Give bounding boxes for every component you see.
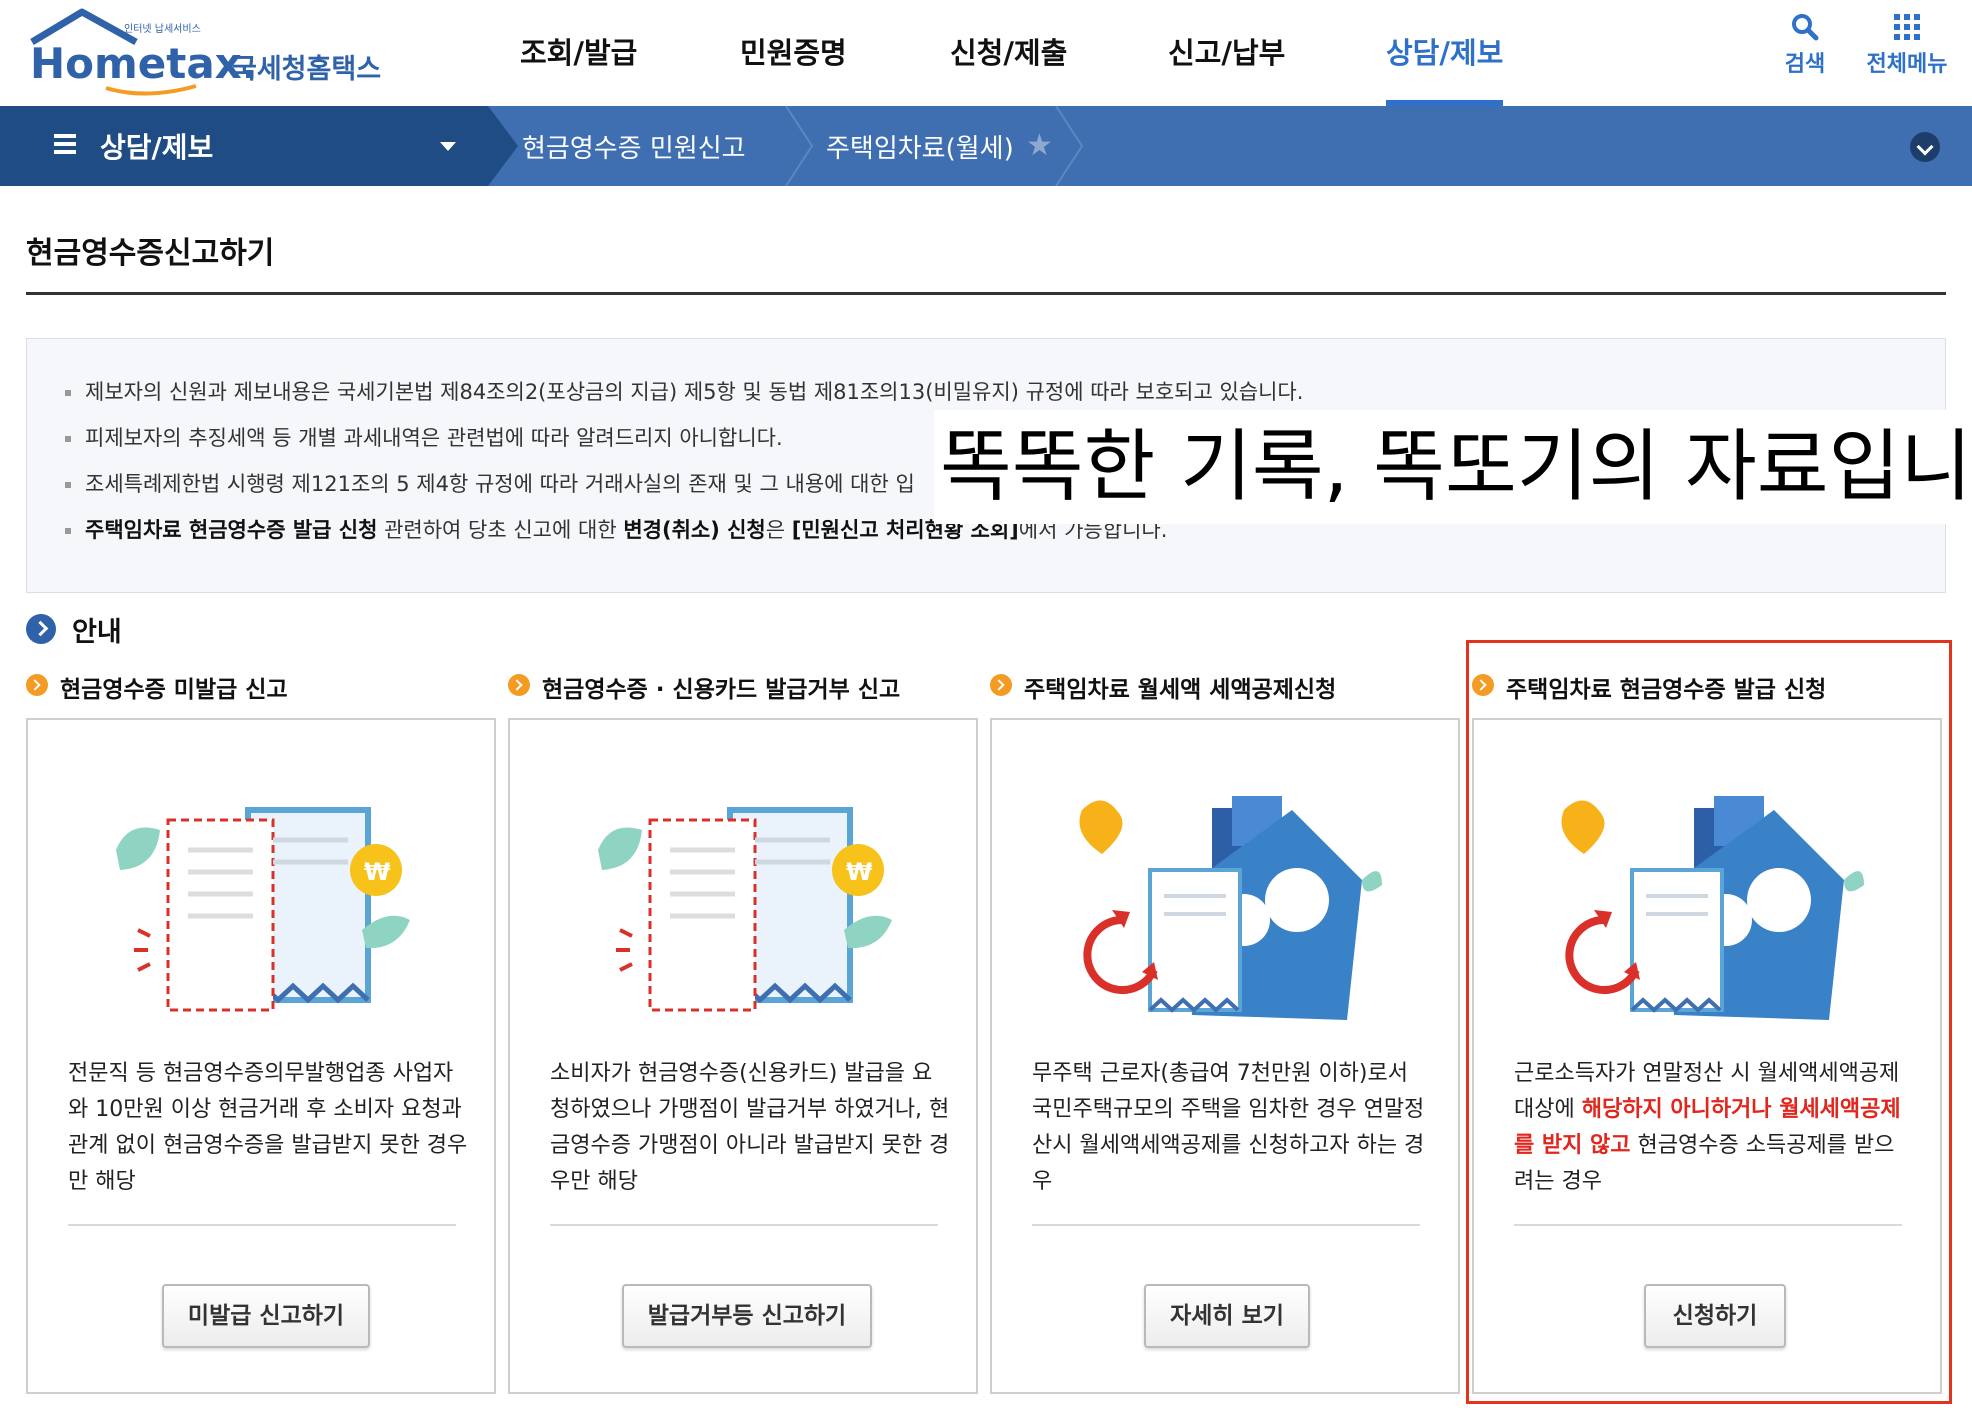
logo-sub-text: 국세청홈택스 xyxy=(232,54,381,85)
card-action-button[interactable]: 발급거부등 신고하기 xyxy=(622,1284,872,1348)
breadcrumb-item-cash-receipt[interactable]: 현금영수증 민원신고 xyxy=(522,128,746,165)
hamburger-icon xyxy=(54,134,76,154)
card-action-button[interactable]: 미발급 신고하기 xyxy=(162,1284,370,1348)
info-card: 무주택 근로자(총급여 7천만원 이하)로서 국민주택규모의 주택을 임차한 경… xyxy=(990,718,1460,1394)
notice-text: 제보자의 신원과 제보내용은 국세기본법 제84조의2(포상금의 지급) 제5항… xyxy=(85,380,1304,404)
notice-text: 관련하여 당초 신고에 대한 xyxy=(377,518,624,542)
highlight-box xyxy=(1466,640,1952,1404)
arrow-circle-icon xyxy=(508,674,530,696)
breadcrumb-separator-icon xyxy=(1055,106,1084,186)
card-description: 무주택 근로자(총급여 7천만원 이하)로서 국민주택규모의 주택을 임차한 경… xyxy=(1032,1056,1432,1200)
hometax-logo[interactable]: 인터넷 납세서비스 Hometax. 국세청홈택스 xyxy=(26,8,396,98)
card-title: 주택임차료 월세액 세액공제신청 xyxy=(1024,677,1337,703)
house-illustration-icon xyxy=(1062,790,1392,1030)
expand-chevron-icon[interactable] xyxy=(1910,132,1940,162)
overlay-caption: 똑똑한 기록, 똑또기의 자료입니다 xyxy=(934,410,1972,524)
notice-text: 조세특례제한법 시행령 제121조의 5 제4항 규정에 따라 거래사실의 존재… xyxy=(85,472,915,496)
card-description: 소비자가 현금영수증(신용카드) 발급을 요청하였으나 가맹점이 발급거부 하였… xyxy=(550,1056,950,1200)
search-button[interactable]: 검색 xyxy=(1760,12,1850,78)
grid-menu-icon xyxy=(1894,14,1920,40)
card-divider xyxy=(68,1224,456,1226)
nav-item-certificate[interactable]: 민원증명 xyxy=(740,30,847,106)
notice-item: 제보자의 신원과 제보내용은 국세기본법 제84조의2(포상금의 지급) 제5항… xyxy=(65,369,1303,415)
notice-bold-text: 주택임차료 현금영수증 발급 신청 xyxy=(85,518,378,542)
nav-item-application[interactable]: 신청/제출 xyxy=(950,30,1067,106)
nav-item-report-payment[interactable]: 신고/납부 xyxy=(1168,30,1285,106)
caret-down-icon xyxy=(440,142,456,151)
arrow-circle-icon xyxy=(26,674,48,696)
breadcrumb-separator-icon xyxy=(785,106,814,186)
nav-item-inquiry[interactable]: 조회/발급 xyxy=(520,30,637,106)
card-description-text: 전문직 등 현금영수증의무발행업종 사업자와 10만원 이상 현금거래 후 소비… xyxy=(68,1061,468,1194)
guide-label: 안내 xyxy=(72,617,122,648)
card-title: 현금영수증 · 신용카드 발급거부 신고 xyxy=(542,677,901,703)
card-divider xyxy=(1032,1224,1420,1226)
card-description: 전문직 등 현금영수증의무발행업종 사업자와 10만원 이상 현금거래 후 소비… xyxy=(68,1056,468,1200)
section-menu-toggle[interactable]: 상담/제보 xyxy=(0,106,488,186)
breadcrumb-item-monthly-rent[interactable]: 주택임차료(월세) xyxy=(826,128,1014,165)
notice-text: 피제보자의 추징세액 등 개별 과세내역은 관련법에 따라 알려드리지 아니합니… xyxy=(85,426,783,450)
card-divider xyxy=(550,1224,938,1226)
top-header: 인터넷 납세서비스 Hometax. 국세청홈택스 조회/발급 민원증명 신청/… xyxy=(0,0,1972,106)
receipt-illustration-icon: ₩ xyxy=(98,790,428,1030)
card-action-button[interactable]: 자세히 보기 xyxy=(1144,1284,1310,1348)
card-description-text: 무주택 근로자(총급여 7천만원 이하)로서 국민주택규모의 주택을 임차한 경… xyxy=(1032,1061,1425,1194)
notice-text: 은 xyxy=(765,518,792,542)
search-label: 검색 xyxy=(1784,52,1826,77)
page-title: 현금영수증신고하기 xyxy=(26,236,275,271)
breadcrumb-separator-icon xyxy=(488,106,518,186)
all-menu-button[interactable]: 전체메뉴 xyxy=(1862,12,1952,78)
receipt-illustration-icon: ₩ xyxy=(580,790,910,1030)
favorite-star-icon[interactable]: ★ xyxy=(1026,128,1053,163)
svg-text:₩: ₩ xyxy=(364,858,391,886)
logo-main-text: Hometax. xyxy=(30,39,258,88)
card-description-text: 소비자가 현금영수증(신용카드) 발급을 요청하였으나 가맹점이 발급거부 하였… xyxy=(550,1061,950,1194)
all-menu-label: 전체메뉴 xyxy=(1866,52,1948,77)
title-divider xyxy=(26,292,1946,295)
search-icon xyxy=(1792,14,1819,41)
nav-item-consult-report[interactable]: 상담/제보 xyxy=(1386,30,1504,106)
arrow-circle-icon xyxy=(26,614,56,644)
arrow-circle-icon xyxy=(990,674,1012,696)
section-title: 상담/제보 xyxy=(100,131,214,164)
info-card: ₩ 전문직 등 현금영수증의무발행업종 사업자와 10만원 이상 현금거래 후 소… xyxy=(26,718,496,1394)
card-title: 현금영수증 미발급 신고 xyxy=(60,677,288,703)
notice-bold-text: 변경(취소) 신청 xyxy=(623,518,766,542)
logo-small-text: 인터넷 납세서비스 xyxy=(124,23,201,35)
breadcrumb-bar: 상담/제보 현금영수증 민원신고 주택임차료(월세) ★ xyxy=(0,106,1972,186)
svg-text:₩: ₩ xyxy=(846,858,873,886)
info-card: ₩ 소비자가 현금영수증(신용카드) 발급을 요청하였으나 가맹점이 발급거부 하… xyxy=(508,718,978,1394)
